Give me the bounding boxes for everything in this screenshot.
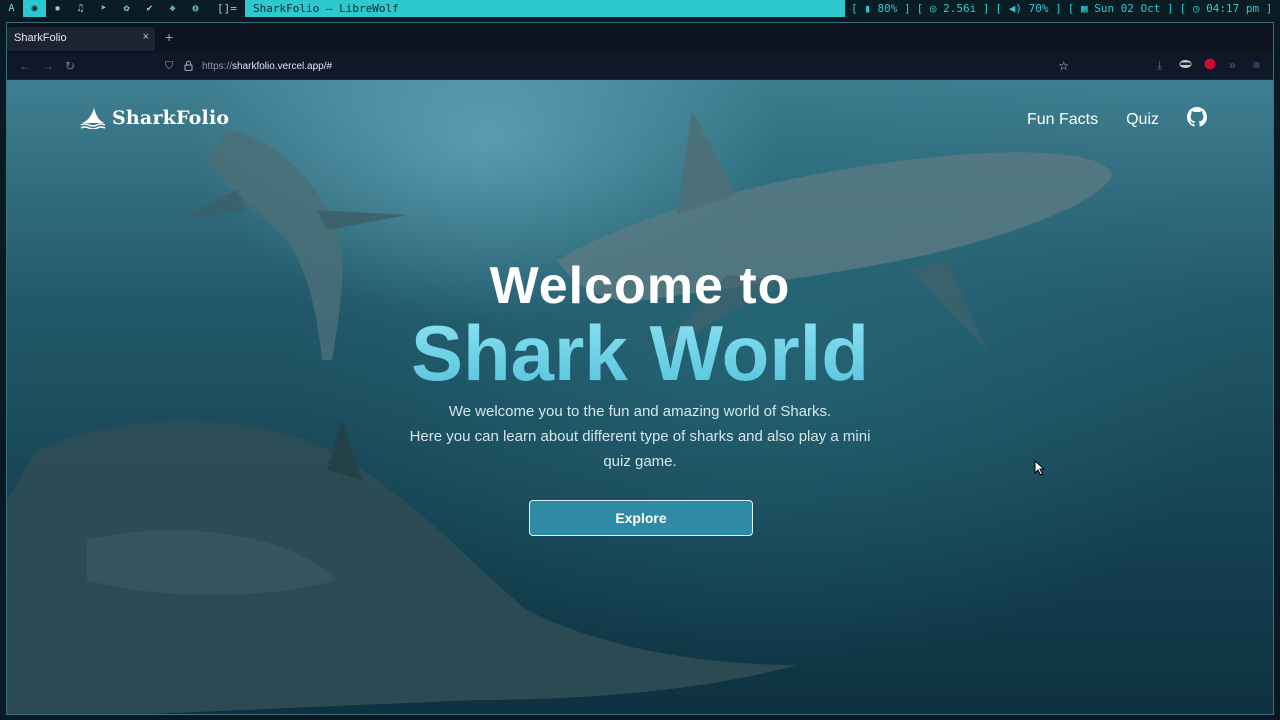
- address-bar[interactable]: ⛉ https://sharkfolio.vercel.app/# ☆: [157, 56, 1077, 77]
- workspace-4[interactable]: ♫: [69, 0, 92, 17]
- url-host: sharkfolio.vercel.app/#: [232, 61, 333, 72]
- page-viewport: SharkFolio Fun Facts Quiz Welcome to Sha…: [7, 80, 1273, 714]
- system-bar: A ◉ ▪ ♫ ➤ ✿ ✔ ❖ ◍ []= SharkFolio — Libre…: [0, 0, 1280, 17]
- window-title: SharkFolio — LibreWolf: [245, 0, 845, 17]
- nav-fun-facts[interactable]: Fun Facts: [1027, 111, 1098, 129]
- navigation-toolbar: ← → ↻ ⛉ https://sharkfolio.vercel.app/# …: [7, 53, 1273, 80]
- workspace-5[interactable]: ➤: [92, 0, 115, 17]
- volume-status[interactable]: [ ◀) 70% ]: [995, 2, 1061, 15]
- hero-description: We welcome you to the fun and amazing wo…: [290, 399, 990, 474]
- workspace-6[interactable]: ✿: [115, 0, 138, 17]
- url-scheme: https://: [202, 61, 233, 72]
- hero-description-line1: We welcome you to the fun and amazing wo…: [448, 403, 832, 420]
- overflow-chevron-icon[interactable]: »: [1229, 58, 1236, 72]
- workspace-1[interactable]: A: [0, 0, 23, 17]
- workspace-3[interactable]: ▪: [46, 0, 69, 17]
- mouse-cursor-icon: [1034, 460, 1046, 476]
- nav-quiz[interactable]: Quiz: [1126, 111, 1159, 129]
- site-logo[interactable]: SharkFolio: [80, 107, 229, 129]
- brand-name: SharkFolio: [112, 107, 230, 129]
- status-widgets: [ ▮ 80% ] [ ◎ 2.56i ] [ ◀) 70% ] [ ▦ Sun…: [845, 0, 1280, 17]
- workspace-switcher: A ◉ ▪ ♫ ➤ ✿ ✔ ❖ ◍: [0, 0, 207, 17]
- shield-icon[interactable]: ⛉: [165, 60, 173, 73]
- bookmark-star-icon[interactable]: ☆: [1058, 59, 1069, 73]
- site-nav: Fun Facts Quiz: [1027, 107, 1207, 132]
- explore-button[interactable]: Explore: [529, 500, 753, 536]
- ublock-icon[interactable]: [1204, 58, 1216, 73]
- new-tab-button[interactable]: +: [165, 29, 173, 45]
- lock-icon[interactable]: [184, 60, 193, 74]
- workspace-2[interactable]: ◉: [23, 0, 46, 17]
- time-status: [ ◷ 04:17 pm ]: [1179, 2, 1273, 15]
- hero-heading-line1: Welcome to: [489, 257, 791, 315]
- github-icon[interactable]: [1187, 107, 1207, 132]
- reload-icon[interactable]: ↻: [65, 59, 75, 73]
- hero-description-line3: quiz game.: [603, 453, 677, 470]
- hero-heading-line2: Shark World: [7, 308, 1273, 399]
- date-status: [ ▦ Sun 02 Oct ]: [1067, 2, 1174, 15]
- battery-status: [ ▮ 80% ]: [851, 2, 911, 15]
- workspace-7[interactable]: ✔: [138, 0, 161, 17]
- back-icon[interactable]: ←: [19, 59, 31, 73]
- disk-status: [ ◎ 2.56i ]: [916, 2, 990, 15]
- close-tab-icon[interactable]: ×: [143, 31, 149, 43]
- url-text: https://sharkfolio.vercel.app/#: [202, 61, 332, 72]
- workspace-9[interactable]: ◍: [184, 0, 207, 17]
- download-icon[interactable]: ⤓: [1157, 58, 1162, 73]
- tab-sharkfolio[interactable]: SharkFolio ×: [7, 27, 155, 51]
- extension-mask-icon[interactable]: [1179, 58, 1192, 72]
- tab-bar: SharkFolio × +: [7, 23, 1273, 53]
- layout-indicator[interactable]: []=: [217, 2, 237, 15]
- tab-title: SharkFolio: [14, 32, 67, 44]
- forward-icon[interactable]: →: [42, 59, 54, 73]
- menu-icon[interactable]: ≡: [1253, 58, 1260, 72]
- hero-description-line2: Here you can learn about different type …: [409, 428, 871, 445]
- workspace-8[interactable]: ❖: [161, 0, 184, 17]
- browser-window: SharkFolio × + ← → ↻ ⛉ https://sharkfoli…: [6, 22, 1274, 715]
- shark-fin-icon: [80, 108, 106, 129]
